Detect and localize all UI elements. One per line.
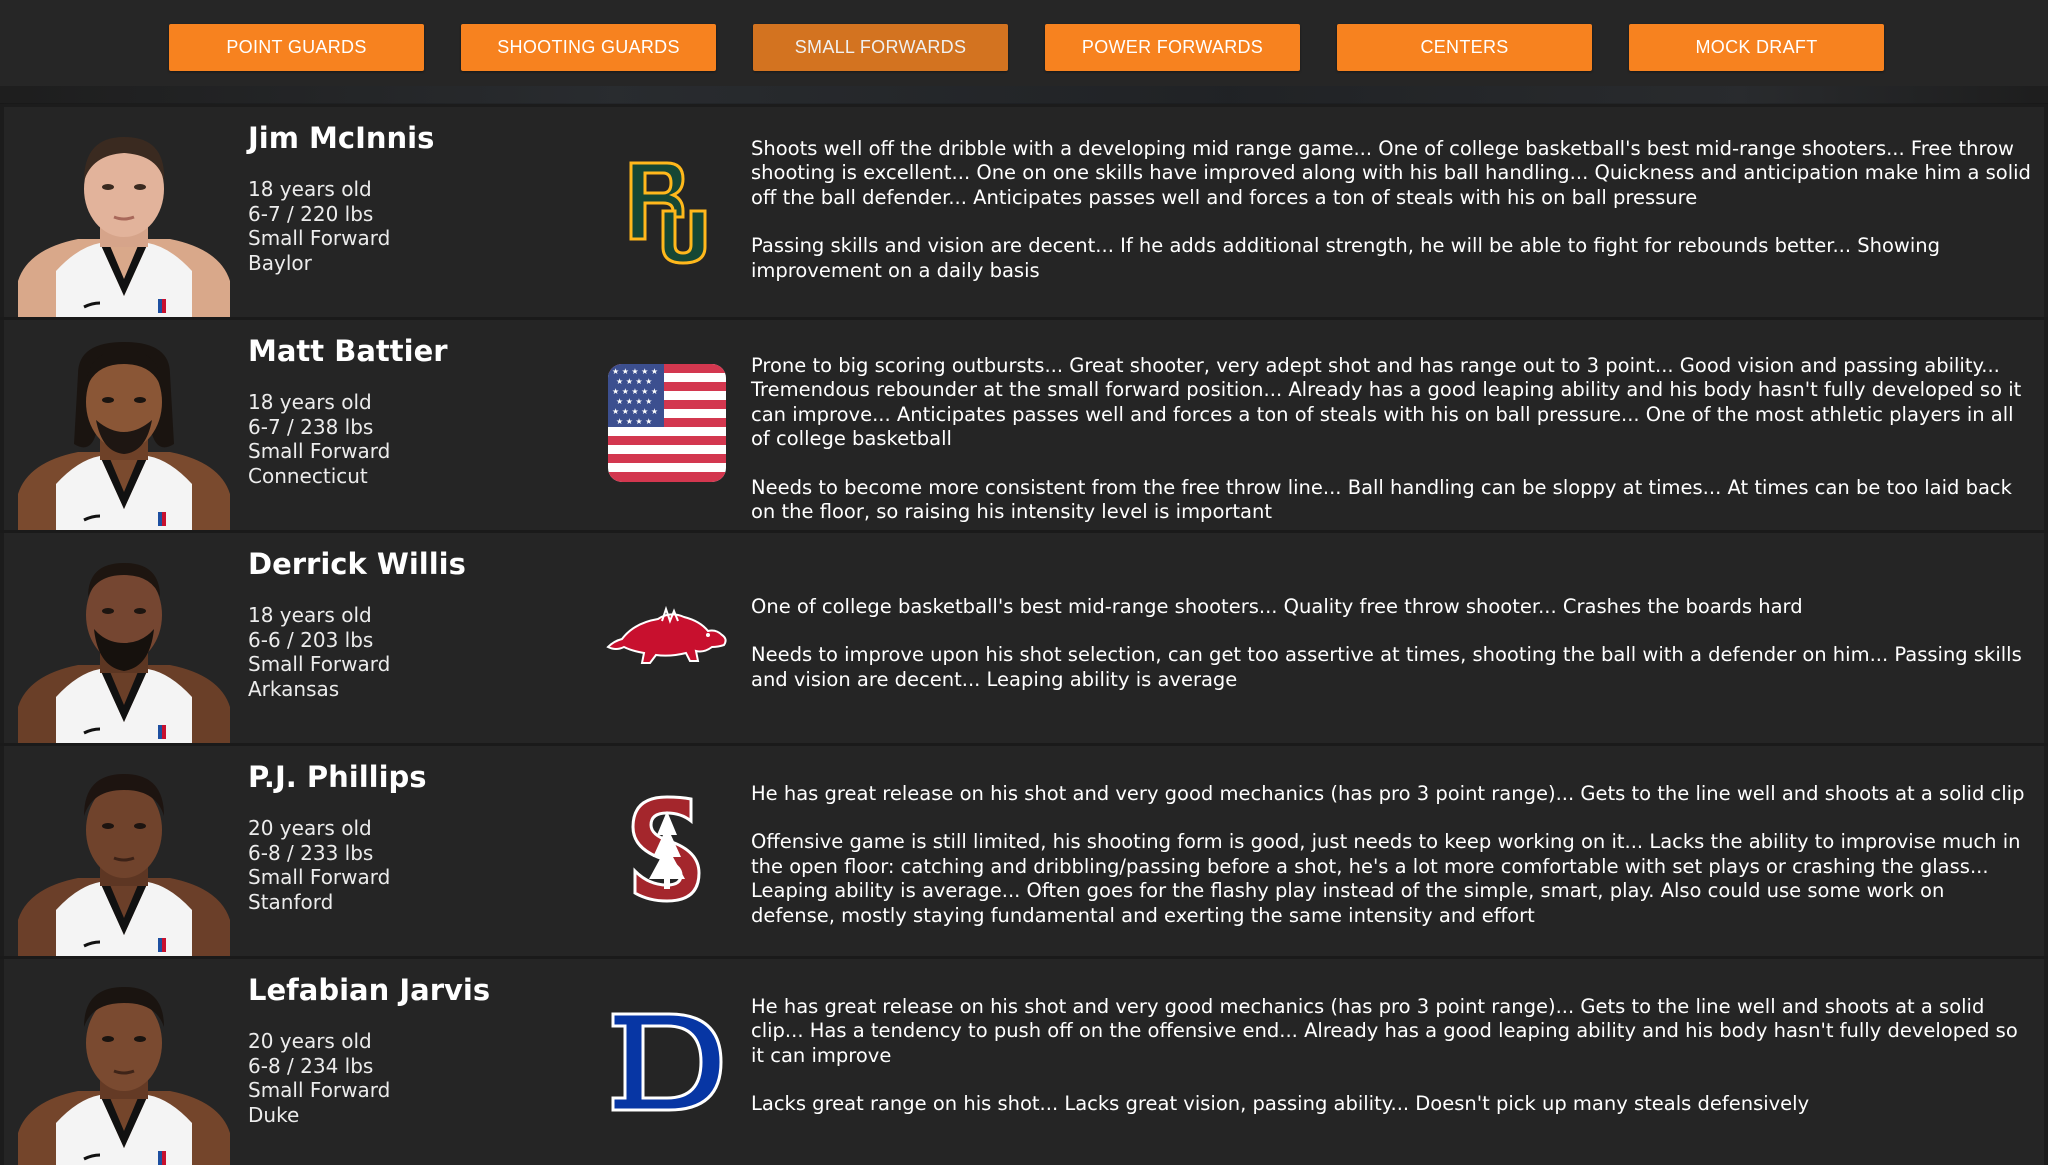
player-size: 6-8 / 233 lbs [248,840,374,865]
player-age: 18 years old [248,177,372,201]
player-row[interactable]: Lefabian Jarvis 20 years old 6-8 / 234 l… [4,959,2044,1165]
player-school: Stanford [248,889,334,914]
player-row[interactable]: Derrick Willis 18 years old 6-6 / 203 lb… [4,533,2044,747]
player-name: Jim McInnis [248,121,435,155]
player-info: 18 years old 6-6 / 203 lbs Small Forward… [248,603,390,701]
player-avatar [18,973,230,1165]
player-age: 18 years old [248,603,372,627]
player-name: Matt Battier [248,334,448,368]
scouting-report: One of college basketball's best mid-ran… [751,595,2031,692]
scouting-report: Shoots well off the dribble with a devel… [751,137,2031,283]
strengths-text: Shoots well off the dribble with a devel… [751,137,2031,209]
player-age: 20 years old [248,1029,372,1053]
svg-text:★ ★ ★ ★ ★: ★ ★ ★ ★ ★ [612,407,658,416]
player-position: Small Forward [248,439,391,463]
baylor-logo-icon [604,147,729,272]
stanford-logo-icon [604,786,729,911]
player-name: P.J. Phillips [248,760,427,794]
tab-point-guards[interactable]: POINT GUARDS [169,24,424,71]
us-flag-icon: ★ ★ ★ ★ ★ ★ ★ ★ ★ ★ ★ ★ ★ ★ ★ ★ ★ ★ ★ ★ … [604,360,729,485]
tab-centers[interactable]: CENTERS [1337,24,1592,71]
tab-power-forwards[interactable]: POWER FORWARDS [1045,24,1300,71]
svg-text:★ ★ ★ ★ ★: ★ ★ ★ ★ ★ [612,387,658,396]
player-position: Small Forward [248,226,391,250]
player-avatar [18,760,230,960]
tab-shooting-guards[interactable]: SHOOTING GUARDS [461,24,716,71]
player-info: 18 years old 6-7 / 238 lbs Small Forward… [248,390,390,488]
player-position: Small Forward [248,652,391,676]
player-age: 18 years old [248,390,372,414]
tab-small-forwards[interactable]: SMALL FORWARDS [753,24,1008,71]
svg-text:★ ★ ★ ★: ★ ★ ★ ★ [616,397,652,406]
player-school: Arkansas [248,676,340,701]
player-size: 6-7 / 238 lbs [248,414,374,439]
player-position: Small Forward [248,1078,391,1102]
player-name: Derrick Willis [248,547,466,581]
weaknesses-text: Passing skills and vision are decent... … [751,234,1941,282]
position-tab-bar: POINT GUARDS SHOOTING GUARDS SMALL FORWA… [0,0,2048,104]
player-avatar [18,547,230,747]
player-row[interactable]: P.J. Phillips 20 years old 6-8 / 233 lbs… [4,746,2044,960]
player-info: 18 years old 6-7 / 220 lbs Small Forward… [248,177,390,275]
weaknesses-text: Lacks great range on his shot... Lacks g… [751,1092,1810,1116]
player-position: Small Forward [248,865,391,889]
strengths-text: He has great release on his shot and ver… [751,995,2018,1067]
razorback-logo-icon [604,573,729,698]
player-name: Lefabian Jarvis [248,973,491,1007]
strengths-text: He has great release on his shot and ver… [751,782,2025,805]
duke-logo-icon [604,999,729,1124]
player-school: Duke [248,1102,300,1127]
svg-text:★ ★ ★ ★ ★: ★ ★ ★ ★ ★ [612,367,658,376]
strengths-text: Prone to big scoring outbursts... Great … [751,354,2022,451]
weaknesses-text: Needs to improve upon his shot selection… [751,643,2022,691]
weaknesses-text: Offensive game is still limited, his sho… [751,830,2021,927]
scouting-report: He has great release on his shot and ver… [751,995,2031,1117]
scouting-report: Prone to big scoring outbursts... Great … [751,354,2031,524]
player-avatar [18,334,230,534]
player-school: Baylor [248,250,312,275]
tab-mock-draft[interactable]: MOCK DRAFT [1629,24,1884,71]
player-info: 20 years old 6-8 / 234 lbs Small Forward… [248,1029,390,1127]
strengths-text: One of college basketball's best mid-ran… [751,595,1803,618]
player-row[interactable]: Matt Battier 18 years old 6-7 / 238 lbs … [4,320,2044,534]
player-info: 20 years old 6-8 / 233 lbs Small Forward… [248,816,390,914]
player-size: 6-7 / 220 lbs [248,201,374,226]
weaknesses-text: Needs to become more consistent from the… [751,475,2012,524]
svg-text:★ ★ ★ ★: ★ ★ ★ ★ [616,417,652,426]
player-size: 6-8 / 234 lbs [248,1053,374,1078]
scouting-report: He has great release on his shot and ver… [751,782,2031,928]
player-avatar [18,121,230,321]
player-school: Connecticut [248,463,368,488]
player-row[interactable]: Jim McInnis 18 years old 6-7 / 220 lbs S… [4,107,2044,321]
svg-text:★ ★ ★ ★: ★ ★ ★ ★ [616,377,652,386]
player-size: 6-6 / 203 lbs [248,627,374,652]
player-age: 20 years old [248,816,372,840]
